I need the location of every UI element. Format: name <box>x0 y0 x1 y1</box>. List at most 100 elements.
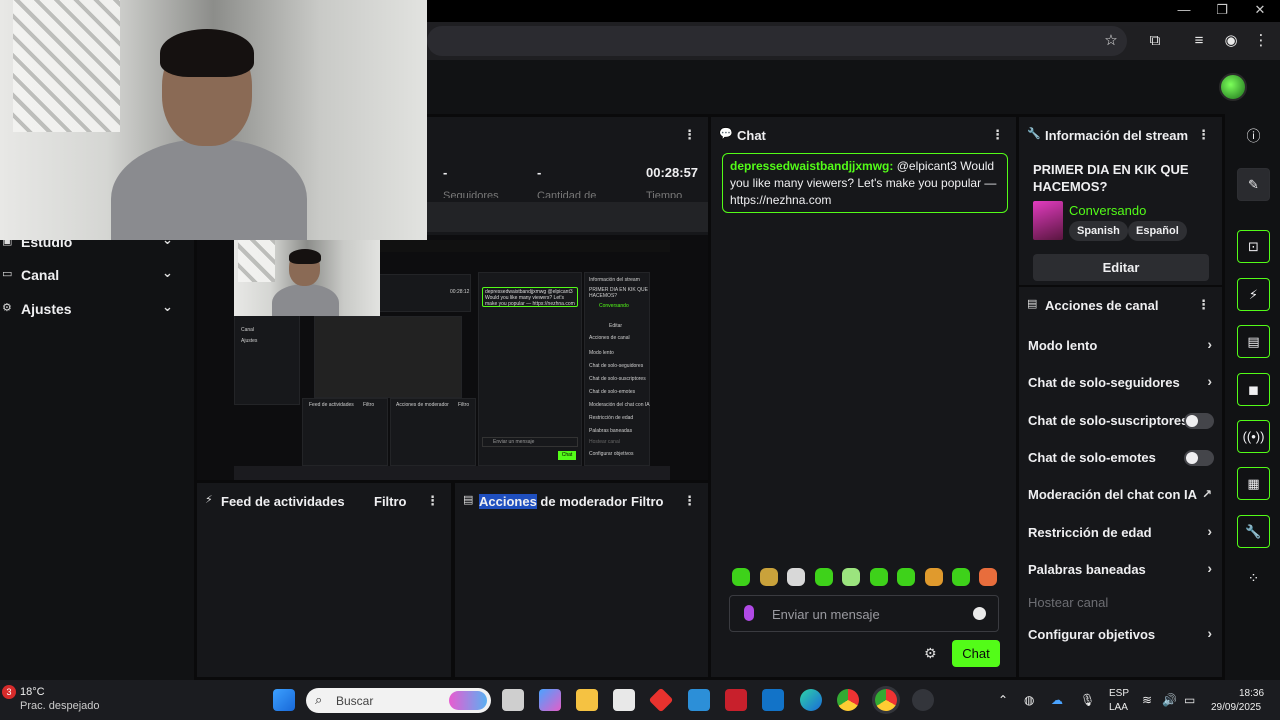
tray-app-icon[interactable]: ◍ <box>1024 693 1034 707</box>
chevron-right-icon: › <box>1207 373 1212 389</box>
chevron-down-icon: ⌄ <box>162 265 173 280</box>
clock-date[interactable]: 29/09/2025 <box>1211 702 1261 713</box>
external-link-icon: ↗ <box>1201 487 1212 501</box>
document-icon[interactable]: ▤ <box>1237 325 1270 358</box>
url-field[interactable] <box>427 26 1127 56</box>
taskbar-search[interactable]: ⌕ Buscar <box>306 688 491 713</box>
file-explorer-icon[interactable] <box>576 689 598 711</box>
action-host-channel: Hostear canal <box>1028 595 1109 610</box>
weather-description[interactable]: Prac. despejado <box>20 700 100 712</box>
close-button[interactable]: ✕ <box>1240 0 1280 22</box>
chrome-icon[interactable] <box>837 689 859 711</box>
more-options-icon[interactable]: ⋮ <box>683 127 696 143</box>
stat-time-label: Tiempo <box>646 190 683 198</box>
more-options-icon[interactable]: ⋮ <box>1197 127 1210 143</box>
edit-pencil-icon[interactable]: ✎ <box>1237 168 1270 201</box>
document-icon: ▤ <box>1027 298 1038 310</box>
chrome-active-icon[interactable] <box>875 689 897 711</box>
emote-icon[interactable] <box>842 568 860 586</box>
edit-stream-button[interactable]: Editar <box>1033 254 1209 281</box>
stream-info-header: 🔧 Información del stream ⋮ <box>1027 127 1210 143</box>
chat-input[interactable]: Enviar un mensaje <box>729 595 999 632</box>
emoji-icon[interactable] <box>973 607 986 620</box>
tag-chip: Español <box>1128 221 1187 241</box>
activity-feed-filter[interactable]: Filtro <box>374 494 407 509</box>
action-slow-mode[interactable]: Modo lento › <box>1028 335 1216 357</box>
language-top[interactable]: ESP <box>1109 688 1129 699</box>
emote-icon[interactable] <box>925 568 943 586</box>
nav-item-settings[interactable]: ⚙ Ajustes ⌄ <box>0 294 194 324</box>
more-options-icon[interactable]: ⋮ <box>991 127 1004 143</box>
browser-menu-icon[interactable]: ⋮ <box>1250 30 1272 52</box>
category-name[interactable]: Conversando <box>1069 203 1146 218</box>
emotes-only-toggle[interactable] <box>1184 450 1214 466</box>
more-options-icon[interactable]: ⋮ <box>1197 297 1210 313</box>
nav-item-channel[interactable]: ▭ Canal ⌄ <box>0 260 194 290</box>
chat-bubble-icon[interactable]: ◼ <box>1237 373 1270 406</box>
more-options-icon[interactable]: ⋮ <box>683 493 696 509</box>
chat-message-user[interactable]: depressedwaistbandjjxmwg: <box>730 159 893 173</box>
microphone-icon[interactable] <box>744 605 754 621</box>
battery-icon[interactable]: ▭ <box>1184 693 1195 707</box>
microphone-tray-icon[interactable]: 🎙 <box>1080 693 1095 707</box>
maximize-button[interactable]: ❐ <box>1202 0 1242 22</box>
lightning-icon: ⚡ <box>205 494 213 506</box>
emote-icon[interactable] <box>870 568 888 586</box>
wrench-icon: 🔧 <box>1027 128 1041 140</box>
chat-message: depressedwaistbandjjxmwg: @elpicant3 Wou… <box>722 153 1008 213</box>
copilot-icon[interactable] <box>539 689 561 711</box>
dots-cluster-icon[interactable]: ⁘ <box>1237 562 1270 595</box>
chat-send-button[interactable]: Chat <box>952 640 1000 667</box>
emote-icon[interactable] <box>787 568 805 586</box>
emote-icon[interactable] <box>979 568 997 586</box>
start-icon[interactable] <box>273 689 295 711</box>
preview-taskbar <box>234 466 670 480</box>
channel-icon: ▭ <box>2 268 13 280</box>
tray-chevron-up-icon[interactable]: ⌃ <box>998 693 1008 707</box>
mcafee-icon[interactable] <box>725 689 747 711</box>
emote-icon[interactable] <box>952 568 970 586</box>
minimize-button[interactable]: — <box>1164 0 1204 22</box>
edge-icon[interactable] <box>800 689 822 711</box>
preview-left-nav: Canal Ajustes <box>234 315 300 405</box>
profile-icon[interactable]: ◉ <box>1220 30 1242 52</box>
chat-settings-gear-icon[interactable]: ⚙ <box>924 645 937 662</box>
media-icon[interactable]: ▦ <box>1237 467 1270 500</box>
language-bottom[interactable]: LAA <box>1109 702 1128 713</box>
stats-panel-header: ⋮ <box>427 117 708 151</box>
emote-icon[interactable] <box>897 568 915 586</box>
user-avatar[interactable] <box>1219 73 1247 101</box>
emote-icon[interactable] <box>760 568 778 586</box>
action-age-restriction[interactable]: Restricción de edad › <box>1028 522 1216 544</box>
wifi-icon[interactable]: ≋ <box>1142 693 1152 707</box>
onedrive-icon[interactable]: ☁ <box>1051 693 1063 707</box>
wrench-icon[interactable]: 🔧 <box>1237 515 1270 548</box>
broadcast-icon[interactable]: ((•)) <box>1237 420 1270 453</box>
app-circle-icon[interactable] <box>912 689 934 711</box>
mod-actions-filter[interactable]: Filtro <box>631 494 664 509</box>
action-ai-moderation[interactable]: Moderación del chat con IA ↗ <box>1028 484 1216 506</box>
lightning-icon[interactable]: ⚡ <box>1237 278 1270 311</box>
more-options-icon[interactable]: ⋮ <box>426 493 439 509</box>
media-control-icon[interactable]: ≡ <box>1188 30 1210 52</box>
bookmark-star-icon[interactable]: ☆ <box>1100 30 1122 52</box>
task-view-icon[interactable] <box>502 689 524 711</box>
store-icon[interactable] <box>613 689 635 711</box>
action-followers-only[interactable]: Chat de solo-seguidores › <box>1028 372 1216 394</box>
extensions-icon[interactable]: ⧉ <box>1144 30 1166 52</box>
volume-icon[interactable]: 🔊 <box>1162 693 1177 707</box>
info-icon[interactable]: ⓘ <box>1237 120 1270 153</box>
emote-icon[interactable] <box>815 568 833 586</box>
capture-icon[interactable]: ⊡ <box>1237 230 1270 263</box>
preview-chat-panel: depressedwaistbandjjxmwg @elpicant3 Woul… <box>478 272 582 466</box>
emote-icon[interactable] <box>732 568 750 586</box>
stat-followers-label: Seguidores <box>443 190 499 198</box>
subscribers-only-toggle[interactable] <box>1184 413 1214 429</box>
clock-time[interactable]: 18:36 <box>1239 688 1264 699</box>
weather-temperature[interactable]: 18°C <box>20 686 45 698</box>
app-blue-icon[interactable] <box>688 689 710 711</box>
stat-count-label: Cantidad de <box>537 190 597 198</box>
outlook-icon[interactable] <box>762 689 784 711</box>
action-banned-words[interactable]: Palabras baneadas › <box>1028 559 1216 581</box>
action-configure-goals[interactable]: Configurar objetivos › <box>1028 624 1216 646</box>
